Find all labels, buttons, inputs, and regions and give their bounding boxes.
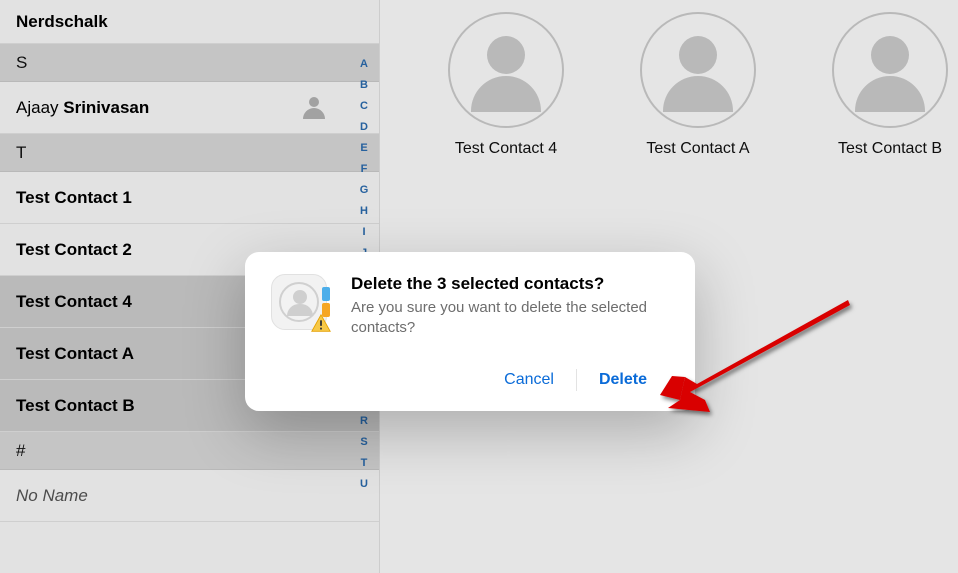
- dialog-app-icon: [271, 274, 327, 330]
- dialog-message: Are you sure you want to delete the sele…: [351, 298, 669, 339]
- delete-confirm-dialog: Delete the 3 selected contacts? Are you …: [245, 252, 695, 411]
- dialog-title: Delete the 3 selected contacts?: [351, 274, 669, 294]
- delete-button[interactable]: Delete: [577, 365, 669, 395]
- warning-icon: [310, 313, 332, 335]
- modal-overlay: Delete the 3 selected contacts? Are you …: [0, 0, 958, 573]
- cancel-button[interactable]: Cancel: [482, 365, 576, 395]
